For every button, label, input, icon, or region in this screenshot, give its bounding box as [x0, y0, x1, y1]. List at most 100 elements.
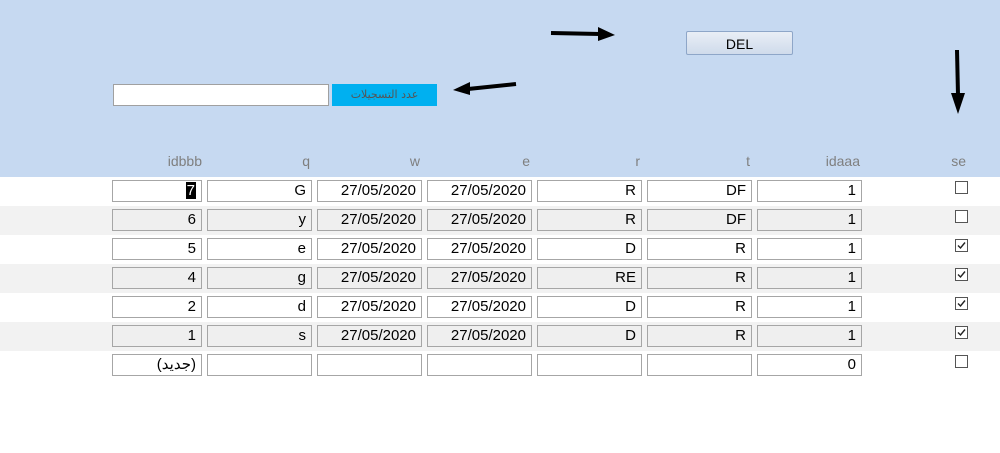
- cell-idaaa[interactable]: 1: [757, 296, 862, 318]
- cell-idaaa[interactable]: 1: [757, 238, 862, 260]
- table-row: 6 y 27/05/2020 27/05/2020 R DF 1: [0, 206, 1000, 235]
- cell-value: D: [625, 298, 636, 315]
- cell-w[interactable]: 27/05/2020: [317, 209, 422, 231]
- del-button[interactable]: DEL: [686, 31, 793, 55]
- cell-r[interactable]: RE: [537, 267, 642, 289]
- cell-value: DF: [726, 182, 746, 199]
- cell-value: 27/05/2020: [340, 298, 416, 315]
- cell-q[interactable]: G: [207, 180, 312, 202]
- cell-value: D: [625, 240, 636, 257]
- cell-value: 5: [187, 240, 196, 257]
- cell-idaaa[interactable]: 1: [757, 267, 862, 289]
- cell-value: 27/05/2020: [450, 240, 526, 257]
- cell-e[interactable]: 27/05/2020: [427, 209, 532, 231]
- cell-w[interactable]: [317, 354, 422, 376]
- column-header-r: r: [635, 153, 640, 169]
- cell-idbbb[interactable]: 6: [112, 209, 202, 231]
- cell-value: 27/05/2020: [340, 240, 416, 257]
- cell-value: (جديد): [156, 356, 196, 373]
- search-input[interactable]: [113, 84, 329, 106]
- cell-value: 2: [187, 298, 196, 315]
- select-checkbox[interactable]: [955, 297, 968, 310]
- cell-value: 1: [847, 327, 856, 344]
- cell-q[interactable]: s: [207, 325, 312, 347]
- select-checkbox[interactable]: [955, 355, 968, 368]
- cell-t[interactable]: R: [647, 238, 752, 260]
- cell-t[interactable]: DF: [647, 209, 752, 231]
- cell-value: 1: [847, 211, 856, 228]
- cell-t[interactable]: [647, 354, 752, 376]
- cell-value: 27/05/2020: [450, 327, 526, 344]
- cell-r[interactable]: D: [537, 296, 642, 318]
- select-checkbox[interactable]: [955, 239, 968, 252]
- cell-q[interactable]: e: [207, 238, 312, 260]
- cell-value: 1: [847, 182, 856, 199]
- cell-t[interactable]: R: [647, 296, 752, 318]
- select-checkbox[interactable]: [955, 326, 968, 339]
- cell-idbbb[interactable]: 2: [112, 296, 202, 318]
- table-row: 2 d 27/05/2020 27/05/2020 D R 1: [0, 293, 1000, 322]
- cell-w[interactable]: 27/05/2020: [317, 180, 422, 202]
- cell-value: R: [735, 240, 746, 257]
- cell-w[interactable]: 27/05/2020: [317, 296, 422, 318]
- column-header-w: w: [409, 153, 420, 169]
- cell-value: 27/05/2020: [450, 269, 526, 286]
- cell-idbbb[interactable]: 5: [112, 238, 202, 260]
- cell-t[interactable]: R: [647, 267, 752, 289]
- cell-q[interactable]: d: [207, 296, 312, 318]
- cell-e[interactable]: 27/05/2020: [427, 325, 532, 347]
- cell-w[interactable]: 27/05/2020: [317, 238, 422, 260]
- cell-e[interactable]: 27/05/2020: [427, 267, 532, 289]
- cell-idbbb[interactable]: 7: [112, 180, 202, 202]
- cell-r[interactable]: R: [537, 209, 642, 231]
- cell-value: 6: [187, 211, 196, 228]
- cell-idbbb[interactable]: 1: [112, 325, 202, 347]
- cell-e[interactable]: 27/05/2020: [427, 180, 532, 202]
- cell-q[interactable]: y: [207, 209, 312, 231]
- cell-idbbb[interactable]: 4: [112, 267, 202, 289]
- cell-e[interactable]: [427, 354, 532, 376]
- cell-value: R: [625, 182, 636, 199]
- cell-value: e: [297, 240, 306, 257]
- cell-value: D: [625, 327, 636, 344]
- table-row: 7 G 27/05/2020 27/05/2020 R DF 1: [0, 177, 1000, 206]
- cell-w[interactable]: 27/05/2020: [317, 325, 422, 347]
- cell-value: 27/05/2020: [340, 182, 416, 199]
- cell-value: 27/05/2020: [450, 211, 526, 228]
- cell-idaaa[interactable]: 1: [757, 209, 862, 231]
- cell-value: 27/05/2020: [450, 182, 526, 199]
- cell-value: 27/05/2020: [450, 298, 526, 315]
- record-count-button[interactable]: عدد التسجيلات: [332, 84, 437, 106]
- cell-value: 1: [847, 298, 856, 315]
- cell-value: 27/05/2020: [340, 269, 416, 286]
- cell-idaaa[interactable]: 1: [757, 180, 862, 202]
- cell-idaaa[interactable]: 0: [757, 354, 862, 376]
- cell-r[interactable]: D: [537, 325, 642, 347]
- cell-t[interactable]: DF: [647, 180, 752, 202]
- cell-value: R: [735, 298, 746, 315]
- column-header-se: se: [951, 153, 966, 169]
- cell-r[interactable]: R: [537, 180, 642, 202]
- column-header-idaaa: idaaa: [825, 153, 860, 169]
- cell-q[interactable]: [207, 354, 312, 376]
- cell-value: 1: [847, 269, 856, 286]
- select-checkbox[interactable]: [955, 268, 968, 281]
- cell-value: d: [297, 298, 306, 315]
- select-checkbox[interactable]: [955, 181, 968, 194]
- cell-idaaa[interactable]: 1: [757, 325, 862, 347]
- cell-w[interactable]: 27/05/2020: [317, 267, 422, 289]
- cell-value: y: [298, 211, 307, 228]
- form-header: DEL عدد التسجيلات idbbb q w e r t idaaa …: [0, 0, 1000, 177]
- cell-r[interactable]: D: [537, 238, 642, 260]
- cell-t[interactable]: R: [647, 325, 752, 347]
- cell-value: s: [298, 327, 307, 344]
- cell-e[interactable]: 27/05/2020: [427, 296, 532, 318]
- cell-e[interactable]: 27/05/2020: [427, 238, 532, 260]
- cell-idbbb[interactable]: (جديد): [112, 354, 202, 376]
- checkmark-icon: [957, 242, 966, 250]
- cell-r[interactable]: [537, 354, 642, 376]
- cell-value: 4: [187, 269, 196, 286]
- select-checkbox[interactable]: [955, 210, 968, 223]
- arrow-down-icon: [951, 49, 965, 114]
- cell-q[interactable]: g: [207, 267, 312, 289]
